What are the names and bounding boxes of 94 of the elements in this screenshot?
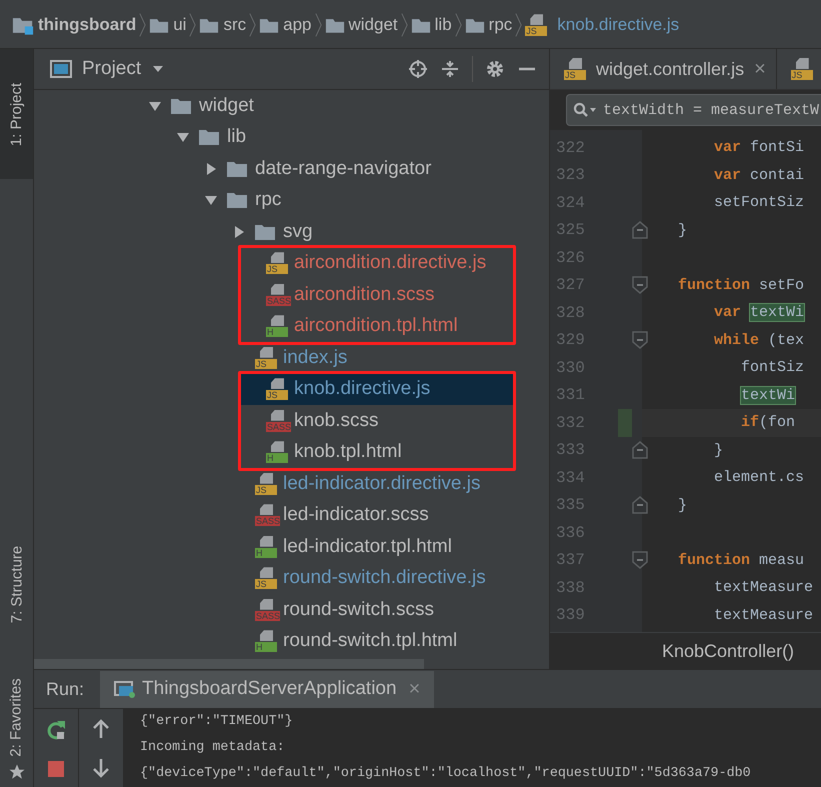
locate-icon[interactable] (408, 59, 428, 79)
chevron-icon (249, 12, 256, 38)
code-line: setFontSiz (713, 194, 804, 212)
star-icon[interactable] (8, 763, 26, 781)
chevron-icon (139, 12, 146, 38)
caret-icon[interactable] (153, 66, 164, 72)
tree-item[interactable]: rpc (255, 189, 282, 212)
fold-start-icon[interactable] (632, 275, 648, 296)
fold-start-icon[interactable] (632, 330, 648, 350)
folder-icon (227, 160, 247, 177)
code-line: textMeasure (713, 579, 814, 596)
code-breadcrumb[interactable]: KnobController() (662, 640, 794, 662)
tree-item[interactable]: round-switch.tpl.html (283, 630, 458, 652)
folder-icon (410, 16, 431, 34)
editor-tab[interactable]: JS widget.controller.js × (550, 49, 777, 89)
stop-icon[interactable] (47, 760, 65, 778)
folder-icon (464, 16, 485, 34)
code-line: fontSiz (740, 359, 804, 376)
expanded-arrow-icon[interactable] (202, 193, 220, 208)
tree-item[interactable]: round-switch.directive.js (283, 567, 486, 590)
tree-item[interactable]: knob.directive.js (294, 378, 430, 400)
tree-item[interactable]: date-range-navigator (255, 158, 432, 180)
code-line: function measu (678, 552, 804, 569)
selected-row[interactable]: JS knob.directive.js (241, 374, 513, 405)
folder-icon (171, 98, 191, 114)
fold-start-icon[interactable] (632, 550, 648, 570)
tree-item[interactable]: index.js (283, 346, 348, 369)
settings-icon[interactable] (485, 59, 505, 79)
folder-icon (324, 16, 344, 34)
panel-title[interactable]: Project (82, 58, 142, 80)
folder-icon (149, 16, 170, 34)
scrollbar[interactable] (34, 659, 424, 669)
tree-item[interactable]: led-indicator.tpl.html (283, 536, 452, 558)
up-arrow-icon[interactable] (92, 718, 110, 738)
tree-item[interactable]: round-switch.scss (283, 598, 434, 621)
search-field[interactable]: textWidth = measureTextW (566, 94, 821, 126)
tree-item[interactable]: led-indicator.scss (283, 504, 429, 526)
folder-icon (199, 16, 220, 34)
tree-item[interactable]: knob.scss (294, 410, 378, 432)
tree-item[interactable]: aircondition.directive.js (294, 252, 486, 274)
breadcrumb-item[interactable]: lib (434, 15, 452, 36)
tree-item[interactable]: aircondition.tpl.html (294, 315, 458, 338)
breadcrumb-item[interactable]: widget (348, 15, 398, 36)
code-line: } (713, 442, 724, 459)
tree-item[interactable]: aircondition.scss (294, 284, 434, 306)
breadcrumb-item[interactable]: app (283, 15, 312, 36)
project-folder-icon (12, 16, 34, 35)
application-icon (114, 679, 136, 699)
code-line: if(fon (740, 414, 796, 432)
breadcrumb-item[interactable]: src (223, 15, 246, 36)
breadcrumb-item[interactable]: knob.directive.js (557, 15, 680, 36)
chevron-icon (515, 12, 522, 38)
code-line: } (678, 222, 688, 239)
collapse-icon[interactable] (440, 59, 460, 79)
change-marker (618, 409, 632, 436)
breadcrumb-item[interactable]: thingsboard (38, 15, 136, 36)
folder-icon (227, 192, 247, 208)
tool-window-tab[interactable]: 7: Structure (0, 509, 33, 659)
console-line: {"deviceType":"default","originHost":"localhost","requestUUID":"5d363a79-db0 (140, 765, 752, 783)
chevron-icon (400, 12, 408, 38)
chevron-icon (189, 12, 196, 38)
console-line: Incoming metadata: (140, 739, 286, 757)
rerun-icon[interactable] (45, 718, 67, 740)
code-line: element.cs (713, 469, 804, 486)
tool-window-tab[interactable]: 1: Project (0, 49, 33, 179)
code-line: } (678, 496, 688, 514)
search-icon (573, 102, 597, 118)
code-line: textMeasure (713, 606, 814, 624)
run-label: Run: (45, 678, 86, 700)
tree-item[interactable]: knob.tpl.html (294, 441, 402, 464)
editor-tab[interactable]: JS (776, 49, 821, 89)
tree-item[interactable]: svg (283, 220, 313, 243)
expanded-arrow-icon[interactable] (174, 130, 192, 144)
console-line: {"error":"TIMEOUT"} (140, 713, 294, 731)
breadcrumb-item[interactable]: ui (173, 15, 186, 36)
folder-icon (199, 129, 219, 146)
window-icon (50, 60, 72, 78)
tree-item[interactable]: widget (199, 94, 254, 117)
tree-item[interactable]: lib (227, 126, 246, 148)
code-line: var textWi (713, 304, 804, 322)
tree-item[interactable]: led-indicator.directive.js (283, 472, 480, 495)
code-line: var fontSi (713, 139, 804, 156)
tool-window-tab[interactable]: 2: Favorites (0, 667, 33, 767)
run-tab[interactable]: ThingsboardServerApplication × (100, 670, 434, 708)
folder-icon (255, 224, 275, 240)
down-arrow-icon[interactable] (92, 758, 110, 778)
code-line: var contai (713, 166, 804, 184)
chevron-icon (454, 12, 462, 38)
folder-icon (259, 16, 280, 34)
code-line: while (tex (713, 332, 804, 349)
close-icon[interactable]: × (754, 58, 766, 80)
chevron-icon (314, 12, 322, 38)
code-line: function setFo (678, 276, 804, 294)
breadcrumb-item[interactable]: rpc (488, 15, 512, 36)
